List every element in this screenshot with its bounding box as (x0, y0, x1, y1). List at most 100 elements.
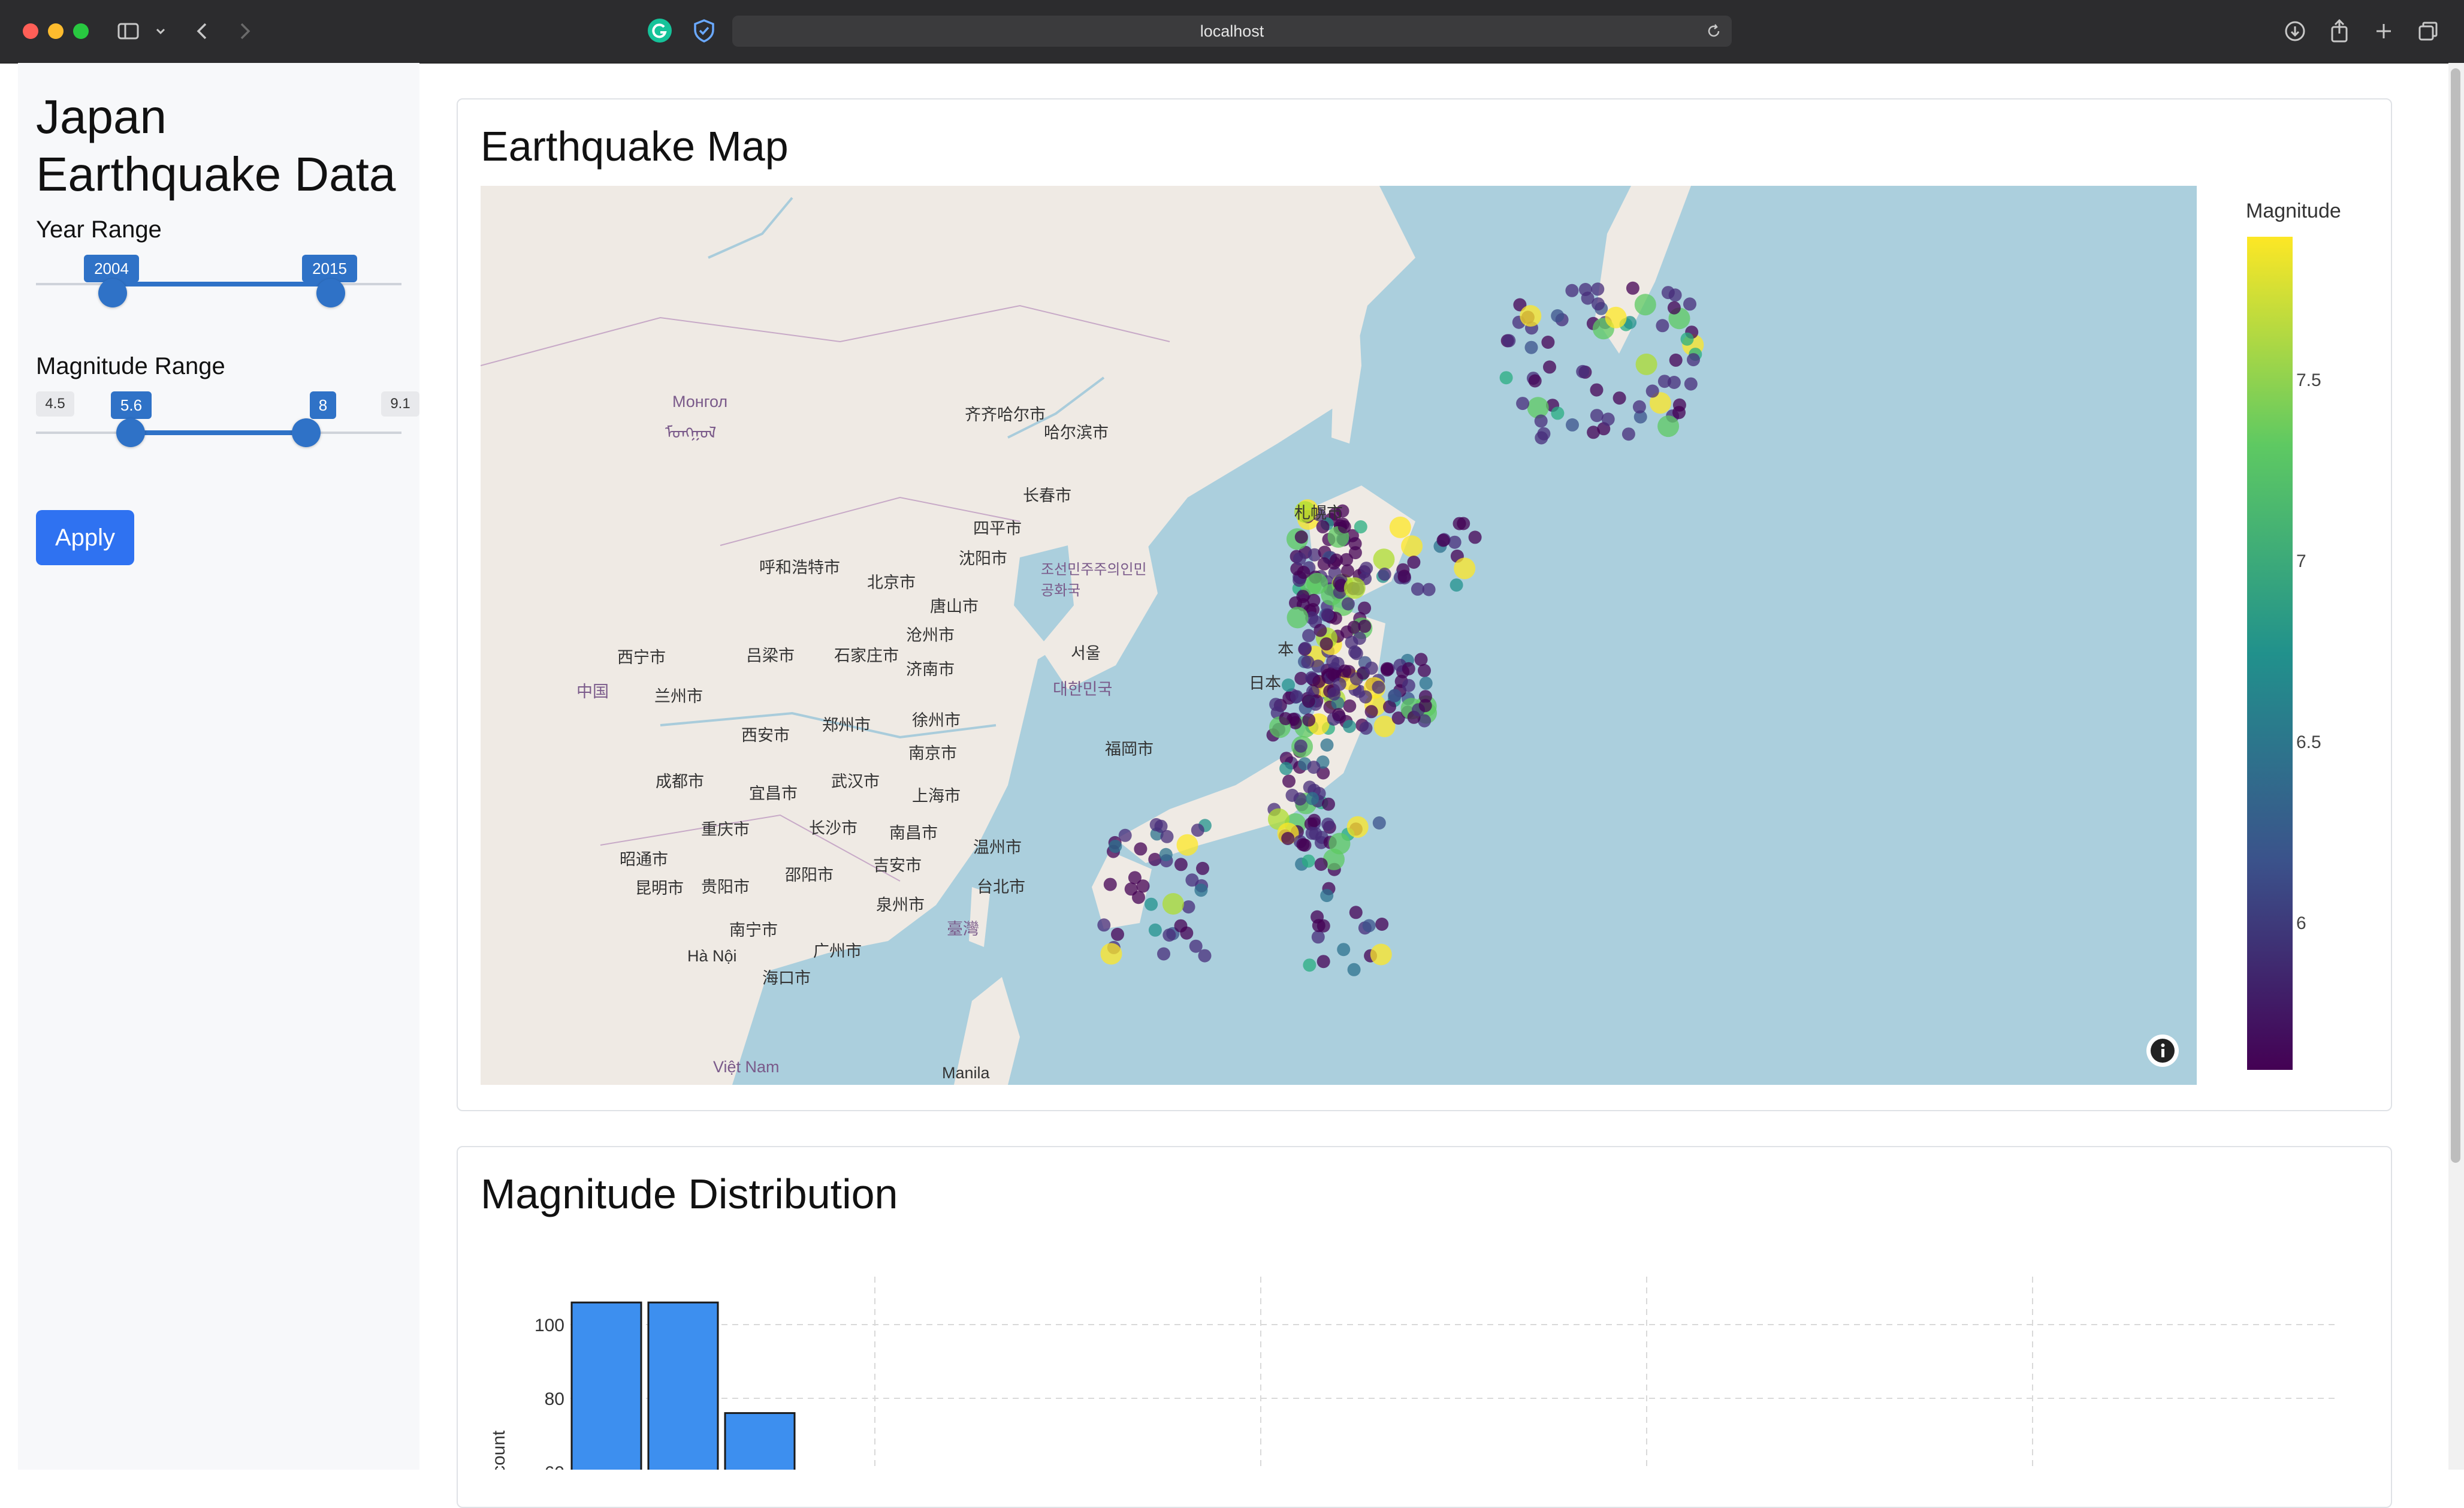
earthquake-point[interactable] (1516, 397, 1530, 411)
earthquake-point[interactable] (1282, 774, 1296, 788)
earthquake-point[interactable] (1290, 690, 1303, 704)
earthquake-point[interactable] (1411, 582, 1424, 596)
apply-button[interactable]: Apply (36, 510, 134, 565)
close-window-button[interactable] (23, 23, 38, 39)
forward-icon[interactable] (232, 19, 256, 43)
earthquake-point[interactable] (1667, 376, 1681, 389)
earthquake-point[interactable] (1159, 848, 1173, 861)
earthquake-point[interactable] (1534, 414, 1548, 428)
earthquake-point[interactable] (1337, 943, 1351, 957)
earthquake-point[interactable] (1308, 813, 1321, 827)
magnitude-high-handle[interactable] (292, 418, 321, 447)
earthquake-point[interactable] (1340, 553, 1354, 566)
earthquake-point[interactable] (1320, 738, 1334, 752)
earthquake-point[interactable] (1322, 797, 1335, 811)
earthquake-point[interactable] (1591, 282, 1605, 296)
earthquake-point[interactable] (1362, 919, 1376, 933)
earthquake-point[interactable] (1669, 353, 1683, 367)
sidebar-icon[interactable] (116, 19, 140, 43)
grammarly-icon[interactable] (647, 18, 672, 43)
earthquake-point[interactable] (1590, 409, 1604, 423)
earthquake-point[interactable] (1565, 283, 1579, 297)
earthquake-point[interactable] (1307, 593, 1321, 607)
earthquake-point[interactable] (1419, 676, 1433, 690)
earthquake-point[interactable] (1672, 398, 1686, 412)
earthquake-point[interactable] (1587, 426, 1601, 439)
earthquake-point[interactable] (1683, 297, 1696, 311)
year-range-slider[interactable]: 2004 2015 (36, 255, 401, 309)
earthquake-point[interactable] (1097, 918, 1111, 932)
info-icon[interactable] (2146, 1035, 2179, 1067)
earthquake-point[interactable] (1360, 562, 1373, 575)
earthquake-point[interactable] (1635, 353, 1657, 375)
earthquake-point[interactable] (1293, 552, 1306, 566)
shield-icon[interactable] (692, 18, 717, 43)
earthquake-point[interactable] (1191, 824, 1204, 837)
earthquake-point[interactable] (1418, 663, 1431, 677)
earthquake-point[interactable] (1341, 597, 1355, 611)
earthquake-point[interactable] (1601, 412, 1615, 426)
earthquake-point[interactable] (1309, 827, 1322, 840)
earthquake-point[interactable] (1551, 309, 1565, 322)
earthquake-point[interactable] (1372, 680, 1385, 694)
download-icon[interactable] (2283, 19, 2307, 43)
earthquake-point[interactable] (1359, 721, 1373, 735)
earthquake-point[interactable] (1302, 694, 1315, 708)
earthquake-point[interactable] (1162, 893, 1184, 915)
histogram-bar[interactable] (570, 1301, 642, 1470)
earthquake-point[interactable] (1100, 943, 1122, 965)
earthquake-point[interactable] (1645, 384, 1659, 398)
earthquake-point[interactable] (1103, 877, 1117, 891)
earthquake-point[interactable] (1302, 713, 1316, 727)
earthquake-point[interactable] (1402, 662, 1415, 675)
earthquake-point[interactable] (1543, 360, 1556, 374)
earthquake-point[interactable] (1174, 858, 1188, 871)
earthquake-point[interactable] (1537, 427, 1551, 441)
earthquake-point[interactable] (1499, 371, 1513, 385)
earthquake-point[interactable] (1414, 653, 1428, 666)
zoom-window-button[interactable] (73, 23, 89, 39)
earthquake-point[interactable] (1338, 664, 1352, 678)
earthquake-point[interactable] (1333, 677, 1346, 691)
earthquake-point[interactable] (1397, 569, 1411, 583)
earthquake-point[interactable] (1656, 319, 1669, 333)
share-icon[interactable] (2327, 18, 2351, 43)
earthquake-point[interactable] (1303, 958, 1316, 972)
earthquake-point[interactable] (1111, 927, 1124, 941)
earthquake-point[interactable] (1296, 838, 1310, 852)
earthquake-point[interactable] (1468, 530, 1482, 544)
earthquake-point[interactable] (1343, 699, 1357, 713)
earthquake-point[interactable] (1176, 834, 1198, 856)
earthquake-point[interactable] (1520, 305, 1542, 327)
earthquake-point[interactable] (1378, 568, 1391, 581)
earthquake-point[interactable] (1185, 873, 1199, 887)
earthquake-point[interactable] (1282, 678, 1295, 692)
earthquake-point[interactable] (1109, 840, 1122, 853)
earthquake-point[interactable] (1306, 792, 1319, 806)
earthquake-point[interactable] (1407, 556, 1421, 569)
earthquake-point[interactable] (1634, 294, 1656, 316)
earthquake-point[interactable] (1375, 918, 1389, 931)
earthquake-point[interactable] (1194, 883, 1208, 897)
earthquake-point[interactable] (1317, 557, 1331, 571)
earthquake-point[interactable] (1418, 699, 1432, 713)
earthquake-point[interactable] (1528, 374, 1542, 388)
earthquake-point[interactable] (1341, 564, 1354, 578)
earthquake-point[interactable] (1331, 708, 1345, 722)
earthquake-point[interactable] (1349, 906, 1363, 919)
earthquake-point[interactable] (1402, 678, 1415, 692)
earthquake-point[interactable] (1297, 566, 1310, 579)
earthquake-point[interactable] (1347, 963, 1361, 976)
earthquake-point[interactable] (1313, 623, 1327, 637)
earthquake-point[interactable] (1621, 427, 1635, 441)
earthquake-point[interactable] (1450, 578, 1463, 592)
earthquake-point[interactable] (1453, 517, 1466, 530)
earthquake-point[interactable] (1320, 889, 1334, 903)
earthquake-point[interactable] (1189, 939, 1203, 953)
earthquake-point[interactable] (1592, 297, 1605, 311)
earthquake-point[interactable] (1502, 334, 1516, 348)
earthquake-point[interactable] (1312, 674, 1326, 688)
earthquake-point[interactable] (1160, 830, 1174, 843)
earthquake-point[interactable] (1389, 516, 1411, 538)
earthquake-point[interactable] (1358, 690, 1372, 704)
